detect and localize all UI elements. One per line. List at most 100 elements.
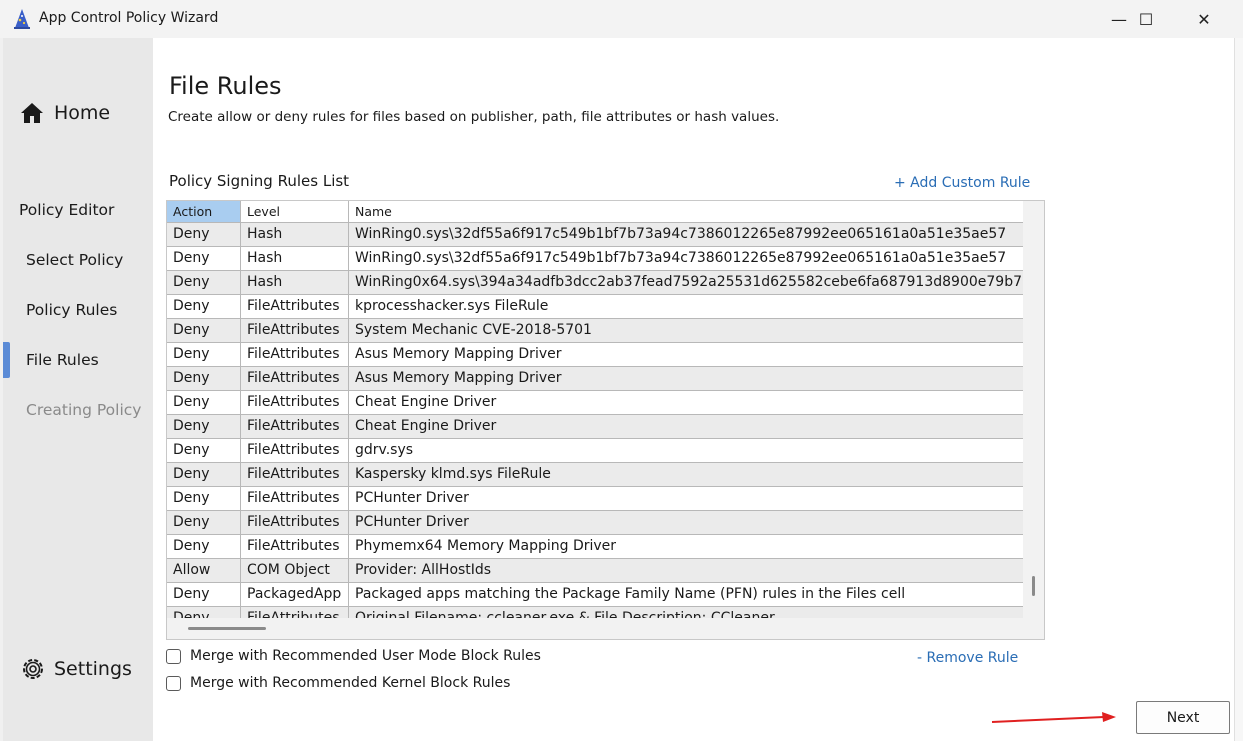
annotation-arrow-icon [991,712,1116,723]
cell-name: WinRing0x64.sys\394a34adfb3dcc2ab37fead7… [349,271,1024,295]
cell-name: Asus Memory Mapping Driver [349,343,1024,367]
table-row[interactable]: Deny FileAttributes PCHunter Driver [167,487,1024,511]
sidebar-item-label: Settings [54,658,132,680]
cell-action: Allow [167,559,241,583]
sidebar-item-label: File Rules [26,351,99,369]
next-button-label: Next [1166,709,1200,726]
remove-rule-link[interactable]: - Remove Rule [917,650,1018,666]
table-row[interactable]: Deny FileAttributes Asus Memory Mapping Dr… [167,367,1024,391]
gear-icon [23,659,43,679]
cell-action: Deny [167,343,241,367]
cell-action: Deny [167,415,241,439]
column-header-level[interactable]: Level [241,201,349,223]
cell-level: FileAttributes [241,295,349,319]
table-row[interactable]: Deny Hash WinRing0x64.sys\394a34adfb3dcc2a… [167,271,1024,295]
sidebar-item-label: Policy Editor [19,201,115,219]
table-row[interactable]: Deny FileAttributes Kaspersky klmd.sys Fil… [167,463,1024,487]
vertical-scrollbar-track[interactable] [1023,201,1044,619]
add-custom-rule-link[interactable]: + Add Custom Rule [894,175,1030,191]
cell-level: FileAttributes [241,367,349,391]
sidebar-item-settings[interactable]: Settings [20,656,132,682]
table-row[interactable]: Deny FileAttributes Cheat Engine Driver [167,415,1024,439]
cell-action: Deny [167,439,241,463]
cell-action: Deny [167,367,241,391]
cell-name: WinRing0.sys\32df55a6f917c549b1bf7b73a94… [349,223,1024,247]
window-right-edge [1234,38,1243,741]
rules-grid-viewport: Action Level Name Deny Hash WinRing0.sys\3… [167,201,1024,619]
table-row[interactable]: Deny FileAttributes PCHunter Driver [167,511,1024,535]
cell-action: Deny [167,535,241,559]
cell-name: kprocesshacker.sys FileRule [349,295,1024,319]
page-title: File Rules [169,72,282,100]
sidebar-item-label: Policy Rules [26,301,118,319]
checkbox-label: Merge with Recommended User Mode Block R… [190,648,541,664]
sidebar-item-label: Home [54,102,111,124]
cell-level: FileAttributes [241,439,349,463]
wizard-icon [14,9,30,29]
checkbox-label: Merge with Recommended Kernel Block Rule… [190,675,511,691]
cell-level: Hash [241,247,349,271]
table-row[interactable]: Allow COM Object Provider: AllHostIds [167,559,1024,583]
sidebar-item-home[interactable]: Home [20,102,110,124]
cell-level: Hash [241,223,349,247]
maximize-button[interactable]: ☐ [1123,0,1169,38]
close-button[interactable]: ✕ [1181,0,1227,38]
cell-name: WinRing0.sys\32df55a6f917c549b1bf7b73a94… [349,247,1024,271]
cell-level: COM Object [241,559,349,583]
title-bar: App Control Policy Wizard — ☐ ✕ [0,0,1243,38]
merge-user-mode-checkbox[interactable]: Merge with Recommended User Mode Block R… [166,648,541,664]
cell-action: Deny [167,583,241,607]
next-button[interactable]: Next [1136,701,1230,734]
cell-name: Cheat Engine Driver [349,391,1024,415]
merge-kernel-checkbox[interactable]: Merge with Recommended Kernel Block Rule… [166,675,510,691]
table-row[interactable]: Deny FileAttributes Asus Memory Mapping Dr… [167,343,1024,367]
cell-action: Deny [167,319,241,343]
rules-data-grid[interactable]: Action Level Name Deny Hash WinRing0.sys\3… [166,200,1045,640]
cell-action: Deny [167,223,241,247]
sidebar-item-file-rules[interactable]: File Rules [26,351,99,369]
rules-list-title: Policy Signing Rules List [169,172,350,190]
page-description: Create allow or deny rules for files bas… [168,109,780,125]
horizontal-scrollbar-thumb[interactable] [188,627,266,630]
selected-nav-indicator [3,342,10,378]
cell-level: FileAttributes [241,487,349,511]
table-row[interactable]: Deny FileAttributes gdrv.sys [167,439,1024,463]
cell-name: Kaspersky klmd.sys FileRule [349,463,1024,487]
cell-name: Packaged apps matching the Package Famil… [349,583,1024,607]
checkbox-box[interactable] [166,675,181,691]
cell-level: FileAttributes [241,319,349,343]
cell-name: Asus Memory Mapping Driver [349,367,1024,391]
checkbox-box[interactable] [166,648,181,664]
column-header-name[interactable]: Name [349,201,1024,223]
app-window: App Control Policy Wizard — ☐ ✕ Home Pol… [0,0,1243,741]
sidebar-item-policy-rules[interactable]: Policy Rules [26,301,117,319]
maximize-icon: ☐ [1138,9,1154,29]
cell-level: FileAttributes [241,391,349,415]
table-row[interactable]: Deny PackagedApp Packaged apps matching th… [167,583,1024,607]
close-icon: ✕ [1197,9,1211,29]
cell-action: Deny [167,511,241,535]
horizontal-scrollbar-track[interactable] [167,618,1044,639]
table-row[interactable]: Deny FileAttributes Cheat Engine Driver [167,391,1024,415]
table-row[interactable]: Deny FileAttributes kprocesshacker.sys Fil… [167,295,1024,319]
column-header-action[interactable]: Action [167,201,241,223]
table-row[interactable]: Deny FileAttributes Phymemx64 Memory Mappi… [167,535,1024,559]
cell-name: PCHunter Driver [349,511,1024,535]
window-title: App Control Policy Wizard [39,10,219,26]
vertical-scrollbar-thumb[interactable] [1032,576,1035,596]
cell-action: Deny [167,463,241,487]
table-row[interactable]: Deny Hash WinRing0.sys\32df55a6f917c549b1b… [167,247,1024,271]
home-icon [21,103,43,123]
table-row[interactable]: Deny Hash WinRing0.sys\32df55a6f917c549b1b… [167,223,1024,247]
cell-level: PackagedApp [241,583,349,607]
table-row[interactable]: Deny FileAttributes System Mechanic CVE-20… [167,319,1024,343]
cell-level: FileAttributes [241,463,349,487]
sidebar-item-select-policy[interactable]: Select Policy [26,251,123,269]
cell-level: FileAttributes [241,415,349,439]
sidebar [3,38,153,741]
cell-name: gdrv.sys [349,439,1024,463]
cell-level: Hash [241,271,349,295]
sidebar-item-creating-policy: Creating Policy [26,401,141,419]
sidebar-item-policy-editor[interactable]: Policy Editor [19,201,114,219]
cell-level: FileAttributes [241,511,349,535]
